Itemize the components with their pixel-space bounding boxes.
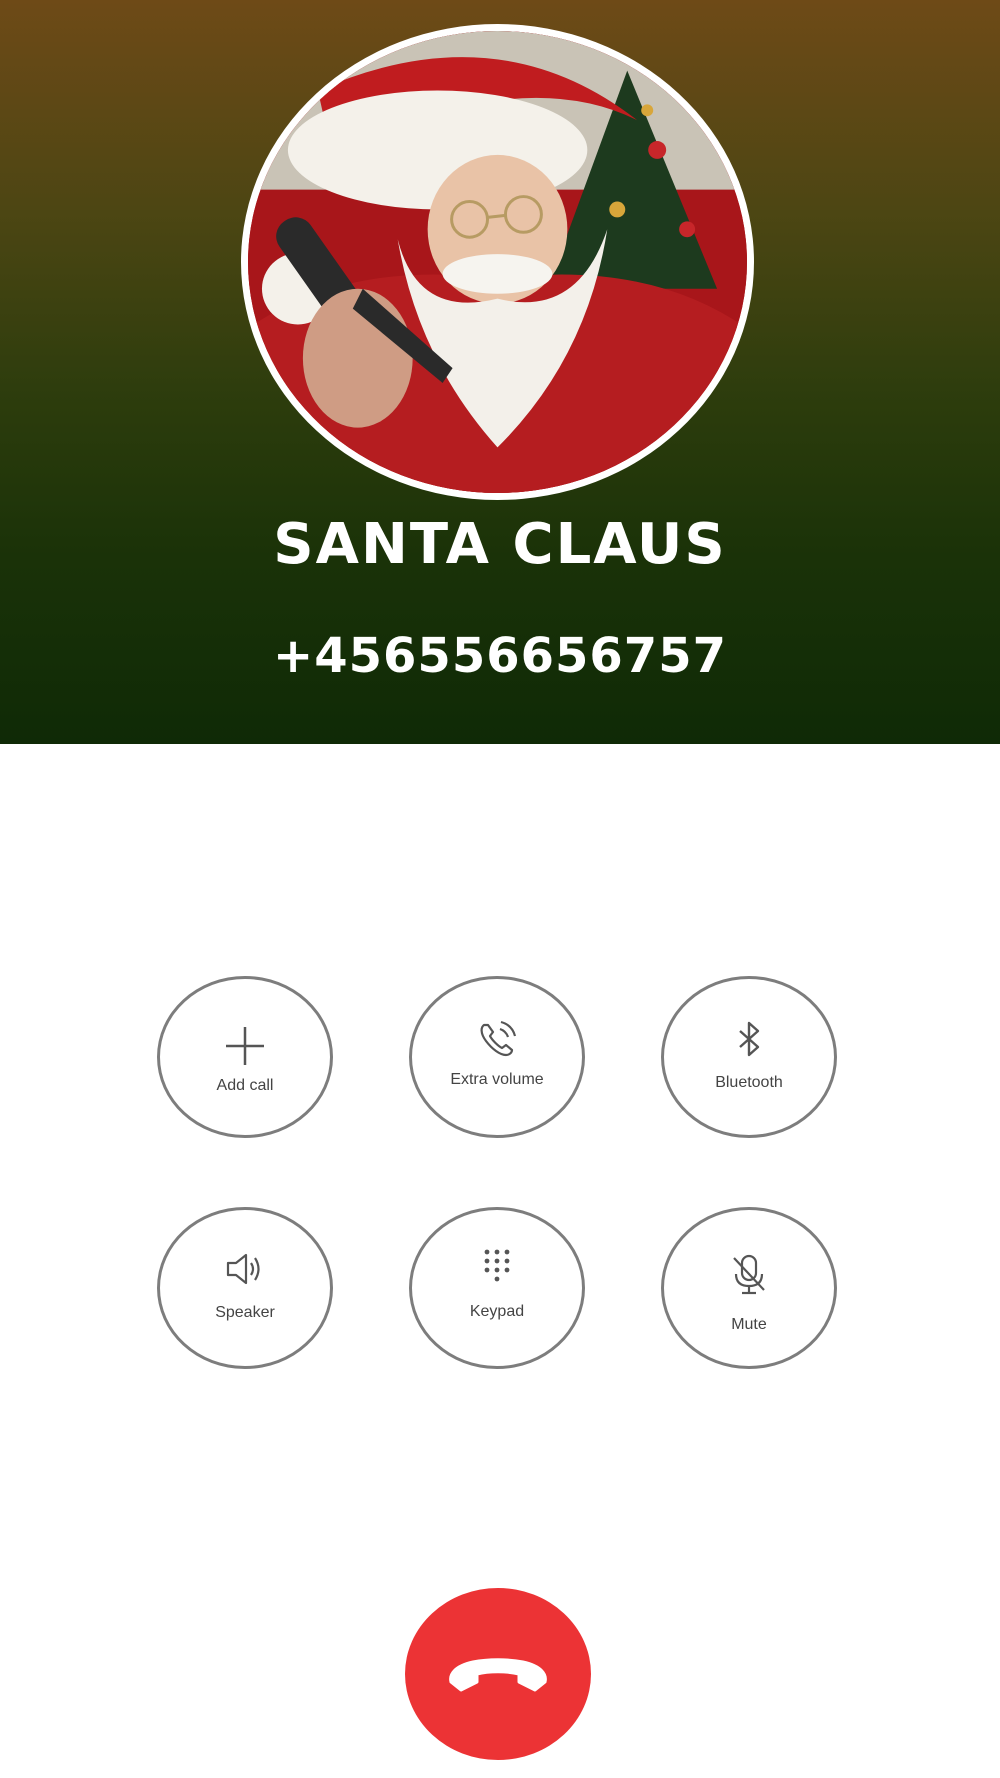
add-call-button[interactable]: Add call: [157, 976, 333, 1138]
santa-photo: [248, 31, 747, 493]
keypad-button[interactable]: Keypad: [409, 1207, 585, 1369]
keypad-icon: [474, 1244, 520, 1290]
caller-avatar: [241, 24, 754, 500]
speaker-label: Speaker: [215, 1304, 275, 1321]
caller-number: +456556656757: [273, 628, 727, 684]
plus-icon: [222, 1023, 268, 1069]
bluetooth-button[interactable]: Bluetooth: [661, 976, 837, 1138]
bluetooth-icon: [726, 1017, 772, 1063]
call-screen: SANTA CLAUS +456556656757 Add call Extra…: [0, 0, 1000, 1778]
extra-volume-button[interactable]: Extra volume: [409, 976, 585, 1138]
end-call-button[interactable]: [405, 1588, 591, 1760]
phone-volume-icon: [474, 1017, 520, 1063]
add-call-label: Add call: [216, 1077, 274, 1094]
extra-volume-label: Extra volume: [450, 1071, 544, 1088]
speaker-icon: [222, 1246, 268, 1292]
mic-off-icon: [726, 1252, 772, 1298]
speaker-button[interactable]: Speaker: [157, 1207, 333, 1369]
hang-up-icon: [449, 1658, 547, 1692]
bluetooth-label: Bluetooth: [715, 1074, 783, 1091]
mute-button[interactable]: Mute: [661, 1207, 837, 1369]
caller-name: SANTA CLAUS: [273, 512, 727, 577]
keypad-label: Keypad: [469, 1303, 525, 1320]
caller-header: SANTA CLAUS +456556656757: [0, 0, 1000, 744]
mute-label: Mute: [731, 1316, 767, 1333]
